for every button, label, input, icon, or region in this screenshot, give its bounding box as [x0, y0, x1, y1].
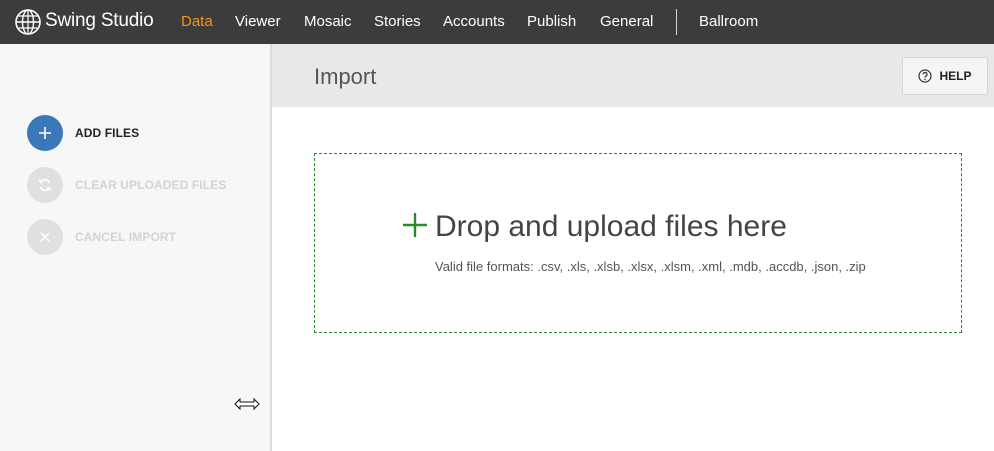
- nav-item-data[interactable]: Data: [181, 13, 213, 30]
- app-title: Swing Studio: [45, 10, 154, 31]
- page-title: Import: [314, 64, 377, 89]
- nav-item-publish[interactable]: Publish: [527, 13, 576, 30]
- add-files-button[interactable]: ADD FILES: [27, 115, 139, 151]
- plus-icon: [403, 213, 427, 237]
- nav-divider: [676, 9, 677, 35]
- resize-cursor-icon[interactable]: [234, 396, 260, 412]
- help-label: HELP: [939, 69, 972, 83]
- nav-item-mosaic[interactable]: Mosaic: [304, 13, 352, 30]
- nav-item-accounts[interactable]: Accounts: [443, 13, 505, 30]
- close-icon: [27, 219, 63, 255]
- question-circle-icon: [918, 69, 933, 83]
- cancel-import-label: CANCEL IMPORT: [75, 230, 177, 244]
- drop-title: Drop and upload files here: [435, 210, 787, 243]
- help-button[interactable]: HELP: [902, 57, 988, 95]
- valid-formats-text: Valid file formats: .csv, .xls, .xlsb, .…: [435, 259, 866, 274]
- sidebar: ADD FILES CLEAR UPLOADED FILES CANCEL IM…: [0, 44, 270, 451]
- cancel-import-button[interactable]: CANCEL IMPORT: [27, 219, 176, 255]
- refresh-icon: [27, 167, 63, 203]
- top-bar: Swing Studio Data Viewer Mosaic Stories …: [0, 0, 994, 44]
- nav-item-stories[interactable]: Stories: [374, 13, 421, 30]
- page-header: Import HELP: [272, 44, 994, 107]
- nav-item-viewer[interactable]: Viewer: [235, 13, 281, 30]
- nav-item-general[interactable]: General: [600, 13, 653, 30]
- plus-icon: [27, 115, 63, 151]
- globe-logo-icon[interactable]: [14, 8, 42, 36]
- workspace-name[interactable]: Ballroom: [699, 13, 758, 30]
- clear-uploaded-files-label: CLEAR UPLOADED FILES: [75, 178, 227, 192]
- clear-uploaded-files-button[interactable]: CLEAR UPLOADED FILES: [27, 167, 226, 203]
- add-files-label: ADD FILES: [75, 126, 140, 140]
- file-drop-zone[interactable]: Drop and upload files here Valid file fo…: [314, 153, 962, 333]
